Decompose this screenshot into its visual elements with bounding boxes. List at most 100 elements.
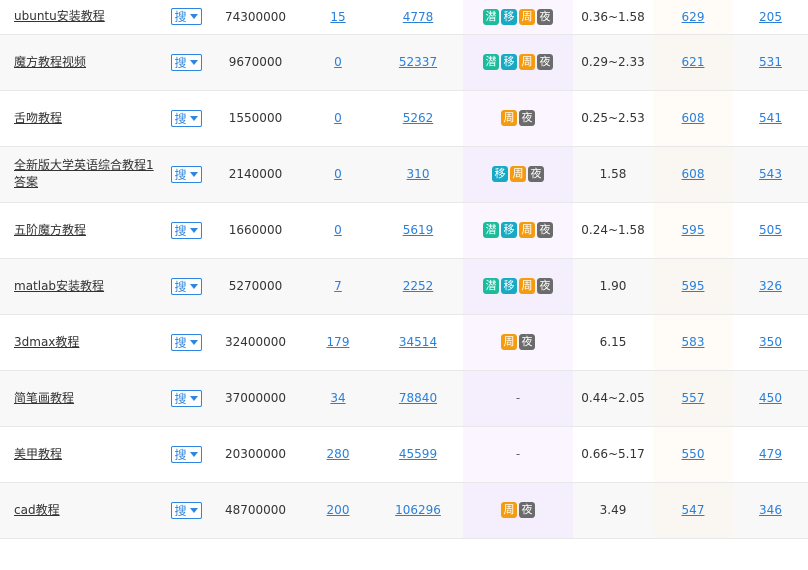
score-1-link[interactable]: 629 — [682, 10, 705, 24]
score-2-link[interactable]: 531 — [759, 55, 782, 69]
score-1-link[interactable]: 621 — [682, 55, 705, 69]
keyword-link[interactable]: ubuntu安装教程 — [14, 9, 105, 23]
keyword-cell: ubuntu安装教程 — [0, 0, 164, 35]
count-a-link[interactable]: 0 — [334, 167, 342, 181]
score-2-cell: 346 — [733, 482, 808, 539]
search-dropdown-button[interactable]: 搜 — [170, 165, 202, 183]
score-2-link[interactable]: 541 — [759, 111, 782, 125]
keyword-link[interactable]: 3dmax教程 — [14, 335, 79, 349]
tag-group: 潜移周夜 — [483, 54, 553, 70]
keyword-link[interactable]: 五阶魔方教程 — [14, 223, 86, 237]
table-row: matlab安装教程 搜 5270000 7 2252 潜移周夜 1.90 59… — [0, 258, 808, 315]
tag-badge: 潜 — [483, 278, 499, 294]
score-1-link[interactable]: 547 — [682, 503, 705, 517]
score-1-link[interactable]: 557 — [682, 391, 705, 405]
count-b-cell: 2252 — [373, 258, 463, 315]
index-cell: 1550000 — [208, 90, 303, 147]
count-b-link[interactable]: 5262 — [403, 111, 434, 125]
keyword-link[interactable]: 简笔画教程 — [14, 391, 74, 405]
score-1-cell: 557 — [653, 370, 733, 427]
table-row: 简笔画教程 搜 37000000 34 78840 - 0.44~2.05 55… — [0, 370, 808, 427]
count-b-link[interactable]: 45599 — [399, 447, 437, 461]
search-cell: 搜 — [164, 202, 208, 259]
score-2-link[interactable]: 505 — [759, 223, 782, 237]
count-b-link[interactable]: 34514 — [399, 335, 437, 349]
search-dropdown-button[interactable]: 搜 — [170, 333, 202, 351]
keyword-cell: 3dmax教程 — [0, 314, 164, 371]
count-a-link[interactable]: 200 — [327, 503, 350, 517]
count-a-link[interactable]: 280 — [327, 447, 350, 461]
score-2-cell: 350 — [733, 314, 808, 371]
count-a-cell: 0 — [303, 90, 373, 147]
score-2-link[interactable]: 479 — [759, 447, 782, 461]
count-a-link[interactable]: 0 — [334, 55, 342, 69]
tag-badge: 夜 — [537, 278, 553, 294]
search-dropdown-button[interactable]: 搜 — [170, 445, 202, 463]
keyword-link[interactable]: matlab安装教程 — [14, 279, 104, 293]
search-dropdown-button[interactable]: 搜 — [170, 8, 202, 26]
score-1-link[interactable]: 595 — [682, 279, 705, 293]
tag-badge: 潜 — [483, 54, 499, 70]
caret-down-icon — [189, 339, 198, 345]
count-b-link[interactable]: 52337 — [399, 55, 437, 69]
search-cell: 搜 — [164, 258, 208, 315]
keyword-link[interactable]: 美甲教程 — [14, 447, 62, 461]
search-cell: 搜 — [164, 370, 208, 427]
search-dropdown-button[interactable]: 搜 — [170, 501, 202, 519]
search-dropdown-button[interactable]: 搜 — [170, 277, 202, 295]
caret-down-icon — [189, 227, 198, 233]
count-a-link[interactable]: 15 — [330, 10, 345, 24]
tag-badge: 潜 — [483, 8, 499, 25]
keyword-cell: 五阶魔方教程 — [0, 202, 164, 259]
caret-down-icon — [189, 115, 198, 121]
count-b-link[interactable]: 78840 — [399, 391, 437, 405]
count-b-cell: 78840 — [373, 370, 463, 427]
keyword-link[interactable]: cad教程 — [14, 503, 60, 517]
tag-badge: 周 — [519, 8, 535, 25]
keyword-link[interactable]: 魔方教程视频 — [14, 55, 86, 69]
keyword-cell: matlab安装教程 — [0, 258, 164, 315]
score-1-link[interactable]: 608 — [682, 167, 705, 181]
search-dropdown-button[interactable]: 搜 — [170, 53, 202, 71]
keyword-link[interactable]: 全新版大学英语综合教程1答案 — [14, 158, 154, 189]
tags-cell: 潜移周夜 — [463, 258, 573, 315]
tags-cell: - — [463, 370, 573, 427]
search-dropdown-button[interactable]: 搜 — [170, 109, 202, 127]
tag-group: 移周夜 — [492, 166, 544, 182]
count-a-link[interactable]: 34 — [330, 391, 345, 405]
count-b-link[interactable]: 106296 — [395, 503, 441, 517]
score-2-link[interactable]: 205 — [759, 10, 782, 24]
score-1-link[interactable]: 583 — [682, 335, 705, 349]
count-a-link[interactable]: 7 — [334, 279, 342, 293]
score-1-cell: 629 — [653, 0, 733, 35]
count-b-link[interactable]: 2252 — [403, 279, 434, 293]
count-a-cell: 0 — [303, 146, 373, 203]
count-a-link[interactable]: 0 — [334, 111, 342, 125]
score-1-link[interactable]: 550 — [682, 447, 705, 461]
score-2-link[interactable]: 326 — [759, 279, 782, 293]
score-2-link[interactable]: 543 — [759, 167, 782, 181]
count-b-link[interactable]: 4778 — [403, 10, 434, 24]
search-button-label: 搜 — [174, 55, 187, 70]
count-b-link[interactable]: 5619 — [403, 223, 434, 237]
range-cell: 0.66~5.17 — [573, 426, 653, 483]
search-dropdown-button[interactable]: 搜 — [170, 221, 202, 239]
score-1-link[interactable]: 608 — [682, 111, 705, 125]
score-2-cell: 541 — [733, 90, 808, 147]
score-2-link[interactable]: 346 — [759, 503, 782, 517]
score-2-link[interactable]: 450 — [759, 391, 782, 405]
score-1-link[interactable]: 595 — [682, 223, 705, 237]
tag-badge: 周 — [519, 54, 535, 70]
count-b-cell: 34514 — [373, 314, 463, 371]
count-a-link[interactable]: 0 — [334, 223, 342, 237]
range-cell: 6.15 — [573, 314, 653, 371]
tags-cell: 潜移周夜 — [463, 202, 573, 259]
score-2-link[interactable]: 350 — [759, 335, 782, 349]
count-a-link[interactable]: 179 — [327, 335, 350, 349]
count-b-link[interactable]: 310 — [407, 167, 430, 181]
keyword-link[interactable]: 舌吻教程 — [14, 111, 62, 125]
search-dropdown-button[interactable]: 搜 — [170, 389, 202, 407]
tag-group: - — [516, 391, 520, 405]
count-b-cell: 310 — [373, 146, 463, 203]
count-b-cell: 52337 — [373, 34, 463, 91]
